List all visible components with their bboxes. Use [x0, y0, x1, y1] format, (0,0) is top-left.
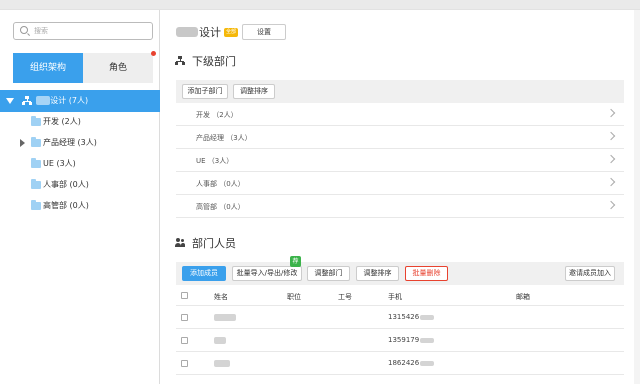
folder-icon — [31, 137, 41, 147]
row-label: 开发 （2人） — [196, 111, 238, 119]
invite-member-button[interactable]: 邀请成员加入 — [565, 266, 615, 281]
sub-department-row[interactable]: 高管部 （0人） — [176, 195, 624, 218]
search-icon — [20, 26, 28, 34]
tree-item-label: UE (3人) — [43, 159, 76, 168]
column-employee-id: 工号 — [338, 293, 352, 301]
recommend-badge: 荐 — [290, 256, 301, 267]
phone-text: 1862426 — [388, 359, 420, 367]
members-table-header: 姓名 职位 工号 手机 邮箱 — [176, 286, 624, 306]
row-checkbox[interactable] — [181, 360, 188, 367]
tree-item-hr[interactable]: 人事部 (0人) — [0, 175, 160, 195]
sidebar-tabs: 组织架构 角色 — [13, 51, 156, 83]
notification-dot — [151, 51, 156, 56]
caret-down-icon[interactable] — [6, 98, 14, 104]
org-chart-icon — [175, 56, 185, 66]
folder-icon — [31, 200, 41, 210]
chevron-right-icon — [606, 154, 616, 164]
row-label: 高管部 （0人） — [196, 203, 245, 211]
sub-department-row[interactable]: UE （3人） — [176, 149, 624, 172]
chevron-right-icon — [606, 200, 616, 210]
row-label: UE （3人） — [196, 157, 234, 165]
sidebar: 组织架构 角色 xxx设计 (7人) 开发 (2人) 产品经理 (3人) UE … — [0, 10, 160, 384]
row-label: 人事部 （0人） — [196, 180, 245, 188]
section-title: 下级部门 — [192, 55, 236, 68]
tree-item-label: 高管部 (0人) — [43, 201, 89, 210]
sub-departments-toolbar: 添加子部门 调整排序 — [176, 80, 624, 103]
scope-badge: 全部 — [224, 27, 239, 37]
redacted-digits — [420, 360, 435, 366]
row-checkbox[interactable] — [181, 314, 188, 321]
tree-root-node[interactable]: xxx设计 (7人) — [0, 90, 160, 112]
chevron-right-icon — [606, 108, 616, 118]
tab-org-structure[interactable]: 组织架构 — [13, 53, 83, 83]
tree-item-label: 开发 (2人) — [43, 117, 81, 126]
phone-text: 1315426 — [388, 313, 420, 321]
redacted-title — [176, 27, 198, 37]
org-chart-icon — [22, 96, 32, 106]
adjust-sort-button[interactable]: 调整排序 — [233, 84, 275, 99]
tree-item-executives[interactable]: 高管部 (0人) — [0, 196, 160, 216]
redacted-text: xxx — [36, 96, 51, 105]
redacted-digits — [420, 314, 435, 320]
tab-roles-label: 角色 — [108, 63, 127, 73]
redacted-digits — [420, 337, 435, 343]
chevron-right-icon — [606, 131, 616, 141]
sub-department-row[interactable]: 人事部 （0人） — [176, 172, 624, 195]
tree-root-label: xxx设计 (7人) — [36, 95, 88, 106]
phone-cell: 1359179 — [388, 336, 435, 344]
tree-item-product-manager[interactable]: 产品经理 (3人) — [0, 133, 160, 153]
search-box[interactable] — [13, 22, 153, 40]
column-name: 姓名 — [214, 293, 228, 301]
tree-item-ue[interactable]: UE (3人) — [0, 154, 160, 174]
page-title-row: 设计 全部 设置 — [176, 24, 287, 40]
tree-item-dev[interactable]: 开发 (2人) — [0, 112, 160, 132]
table-row[interactable]: 1862426 — [176, 352, 624, 375]
section-title: 部门人员 — [192, 237, 236, 250]
row-label: 产品经理 （3人） — [196, 134, 252, 142]
users-icon — [175, 238, 185, 248]
phone-text: 1359179 — [388, 336, 420, 344]
sub-department-row[interactable]: 开发 （2人） — [176, 103, 624, 126]
members-toolbar: 添加成员 批量导入/导出/修改 调整部门 调整排序 批量删除 邀请成员加入 — [176, 262, 624, 285]
column-email: 邮箱 — [516, 293, 530, 301]
column-position: 职位 — [287, 293, 301, 301]
redacted-name — [214, 314, 236, 321]
tree-item-label: 人事部 (0人) — [43, 180, 89, 189]
phone-cell: 1862426 — [388, 359, 435, 367]
tree-root-count: 设计 (7人) — [50, 96, 89, 105]
page-title: 设计 — [199, 26, 221, 39]
table-row[interactable]: 1359179 — [176, 329, 624, 352]
adjust-department-button[interactable]: 调整部门 — [307, 266, 350, 281]
add-sub-department-button[interactable]: 添加子部门 — [182, 84, 228, 99]
table-row[interactable]: 1315426 — [176, 306, 624, 329]
search-input[interactable] — [34, 25, 144, 37]
column-phone: 手机 — [388, 293, 402, 301]
adjust-sort-button[interactable]: 调整排序 — [356, 266, 399, 281]
batch-delete-button[interactable]: 批量删除 — [405, 266, 448, 281]
folder-icon — [31, 116, 41, 126]
chevron-right-icon — [606, 177, 616, 187]
tab-roles[interactable]: 角色 — [83, 51, 156, 83]
sub-department-row[interactable]: 产品经理 （3人） — [176, 126, 624, 149]
main-panel: 设计 全部 设置 下级部门 添加子部门 调整排序 开发 （2人） 产品经理 （3… — [160, 10, 640, 384]
select-all-checkbox[interactable] — [181, 292, 188, 299]
add-member-button[interactable]: 添加成员 — [182, 266, 226, 281]
phone-cell: 1315426 — [388, 313, 435, 321]
row-checkbox[interactable] — [181, 337, 188, 344]
caret-right-icon[interactable] — [20, 139, 25, 147]
sub-departments-heading: 下级部门 — [175, 53, 236, 69]
tree-item-label: 产品经理 (3人) — [43, 138, 97, 147]
redacted-name — [214, 360, 230, 367]
top-bar — [0, 0, 640, 10]
scrollbar[interactable] — [634, 10, 640, 384]
folder-icon — [31, 158, 41, 168]
folder-icon — [31, 179, 41, 189]
members-heading: 部门人员 — [175, 235, 236, 251]
redacted-name — [214, 337, 226, 344]
batch-import-export-button[interactable]: 批量导入/导出/修改 — [232, 266, 302, 281]
settings-button[interactable]: 设置 — [242, 24, 287, 40]
